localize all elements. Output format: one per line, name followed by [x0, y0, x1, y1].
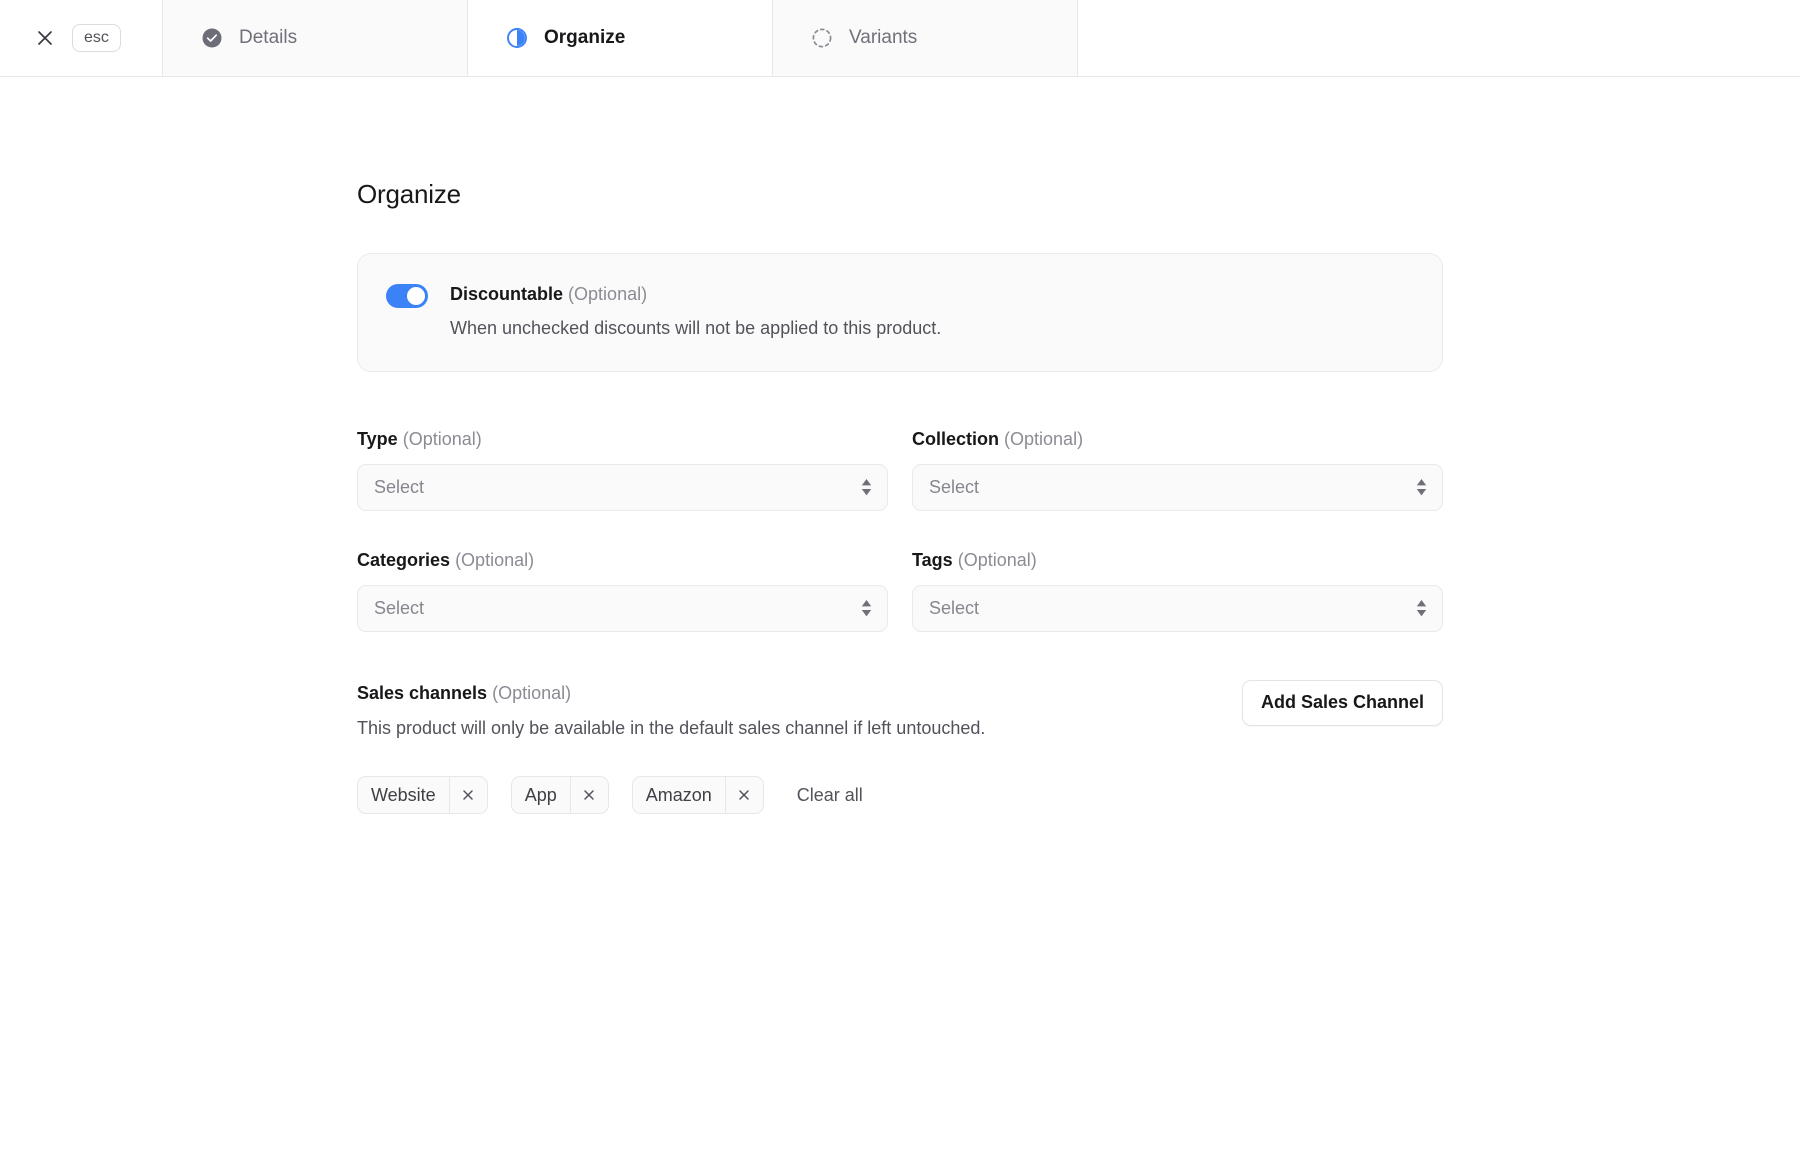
tab-organize-label: Organize [544, 27, 626, 48]
field-type: Type (Optional) Select [357, 429, 888, 512]
categories-select-value: Select [374, 598, 425, 619]
categories-select[interactable]: Select [357, 585, 888, 633]
field-categories-label: Categories (Optional) [357, 550, 888, 571]
chevron-updown-icon [859, 600, 873, 617]
field-categories: Categories (Optional) Select [357, 550, 888, 633]
chip-app-remove-icon[interactable] [569, 777, 608, 814]
dashed-circle-icon [811, 27, 833, 49]
sales-channels-title: Sales channels (Optional) [357, 680, 985, 706]
field-type-label: Type (Optional) [357, 429, 888, 450]
sales-channel-chips: Website App Amazon Clear all [357, 776, 1443, 815]
tab-details-label: Details [239, 27, 298, 48]
chip-website-remove-icon[interactable] [448, 777, 487, 814]
tab-organize[interactable]: Organize [468, 0, 773, 76]
sales-channels-label: Sales channels [357, 683, 488, 704]
tab-variants[interactable]: Variants [773, 0, 1078, 76]
field-tags-optional: (Optional) [957, 550, 1037, 571]
discountable-text: Discountable (Optional) When unchecked d… [450, 281, 941, 342]
sales-channels-optional: (Optional) [492, 683, 572, 704]
field-tags-label-text: Tags [912, 550, 953, 571]
sales-channels-header: Sales channels (Optional) This product w… [357, 680, 1443, 742]
collection-select-value: Select [929, 477, 980, 498]
half-filled-circle-icon [506, 27, 528, 49]
discountable-toggle[interactable] [386, 284, 428, 308]
chip-amazon-label: Amazon [645, 784, 712, 805]
tab-details[interactable]: Details [163, 0, 468, 76]
field-type-label-text: Type [357, 429, 398, 450]
header-filler [1078, 0, 1800, 76]
field-collection-optional: (Optional) [1004, 429, 1084, 450]
tags-select[interactable]: Select [912, 585, 1443, 633]
field-tags-label: Tags (Optional) [912, 550, 1443, 571]
chip-amazon[interactable]: Amazon [631, 776, 764, 815]
organize-field-grid: Type (Optional) Select Collection (Optio… [357, 429, 1443, 633]
chip-website-label: Website [371, 784, 436, 805]
chevron-updown-icon [859, 479, 873, 496]
field-tags: Tags (Optional) Select [912, 550, 1443, 633]
esc-badge[interactable]: esc [72, 23, 121, 53]
chip-website[interactable]: Website [357, 776, 488, 815]
clear-all-button[interactable]: Clear all [797, 785, 863, 806]
page-body: Organize Discountable (Optional) When un… [0, 77, 1800, 815]
tab-variants-label: Variants [849, 27, 918, 48]
discountable-description: When unchecked discounts will not be app… [450, 318, 942, 339]
wizard-header: esc Details Organize Variants [0, 0, 1800, 77]
chevron-updown-icon [1414, 600, 1428, 617]
type-select-value: Select [374, 477, 425, 498]
field-categories-label-text: Categories [357, 550, 451, 571]
toggle-knob [407, 287, 425, 305]
collection-select[interactable]: Select [912, 464, 1443, 512]
discountable-panel: Discountable (Optional) When unchecked d… [357, 253, 1443, 373]
chip-amazon-remove-icon[interactable] [724, 777, 763, 814]
field-categories-optional: (Optional) [455, 550, 535, 571]
sales-channels-description: This product will only be available in t… [357, 718, 986, 739]
field-type-optional: (Optional) [402, 429, 482, 450]
chevron-updown-icon [1414, 479, 1428, 496]
form-content: Organize Discountable (Optional) When un… [357, 179, 1443, 815]
field-collection-label: Collection (Optional) [912, 429, 1443, 450]
tags-select-value: Select [929, 598, 980, 619]
field-collection-label-text: Collection [912, 429, 1000, 450]
discountable-label: Discountable [450, 284, 564, 304]
type-select[interactable]: Select [357, 464, 888, 512]
add-sales-channel-button[interactable]: Add Sales Channel [1241, 680, 1443, 727]
field-collection: Collection (Optional) Select [912, 429, 1443, 512]
sales-channels-text: Sales channels (Optional) This product w… [357, 680, 985, 742]
page-title: Organize [357, 179, 461, 209]
check-circle-filled-icon [201, 27, 223, 49]
close-icon[interactable] [34, 27, 56, 49]
chip-app-label: App [524, 784, 557, 805]
close-zone: esc [0, 0, 163, 76]
chip-app[interactable]: App [510, 776, 609, 815]
discountable-title: Discountable (Optional) [450, 281, 941, 307]
discountable-optional: (Optional) [568, 284, 648, 304]
